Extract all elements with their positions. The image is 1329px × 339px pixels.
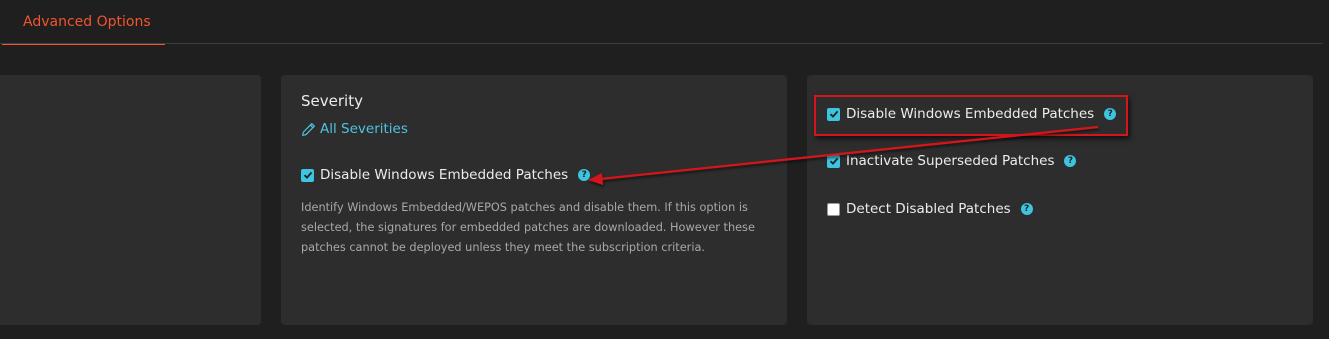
help-icon[interactable]: ? [1020,203,1033,215]
help-icon[interactable]: ? [1064,155,1077,167]
page: Advanced Options Severity All Severities… [0,0,1329,339]
all-severities-label: All Severities [320,121,408,137]
inactivate-superseded-label: Inactivate Superseded Patches [846,153,1055,169]
all-severities-link[interactable]: All Severities [301,121,408,137]
annotation-highlight-box [814,95,1128,136]
severity-title: Severity [301,92,363,110]
help-icon[interactable]: ? [578,169,591,181]
disable-embedded-description: Identify Windows Embedded/WEPOS patches … [301,201,755,254]
pencil-icon [302,122,315,136]
option-disable-embedded-severity: Disable Windows Embedded Patches ? [301,167,591,183]
detect-disabled-checkbox[interactable] [827,202,840,216]
option-detect-disabled: Detect Disabled Patches ? [827,201,1033,217]
disable-embedded-label: Disable Windows Embedded Patches [320,167,569,183]
tab-divider [0,43,1323,44]
inactivate-superseded-checkbox[interactable] [827,154,840,168]
tab-advanced-options[interactable]: Advanced Options [2,0,165,45]
disable-embedded-checkbox[interactable] [301,168,314,182]
checkmark-icon [829,157,838,165]
severity-panel: Severity All Severities Disable Windows … [281,75,787,325]
tab-label: Advanced Options [23,14,151,30]
left-panel [0,75,261,325]
checkmark-icon [303,171,312,179]
detect-disabled-label: Detect Disabled Patches [846,201,1011,217]
option-inactivate-superseded: Inactivate Superseded Patches ? [827,153,1077,169]
tab-bar: Advanced Options [0,0,1329,45]
